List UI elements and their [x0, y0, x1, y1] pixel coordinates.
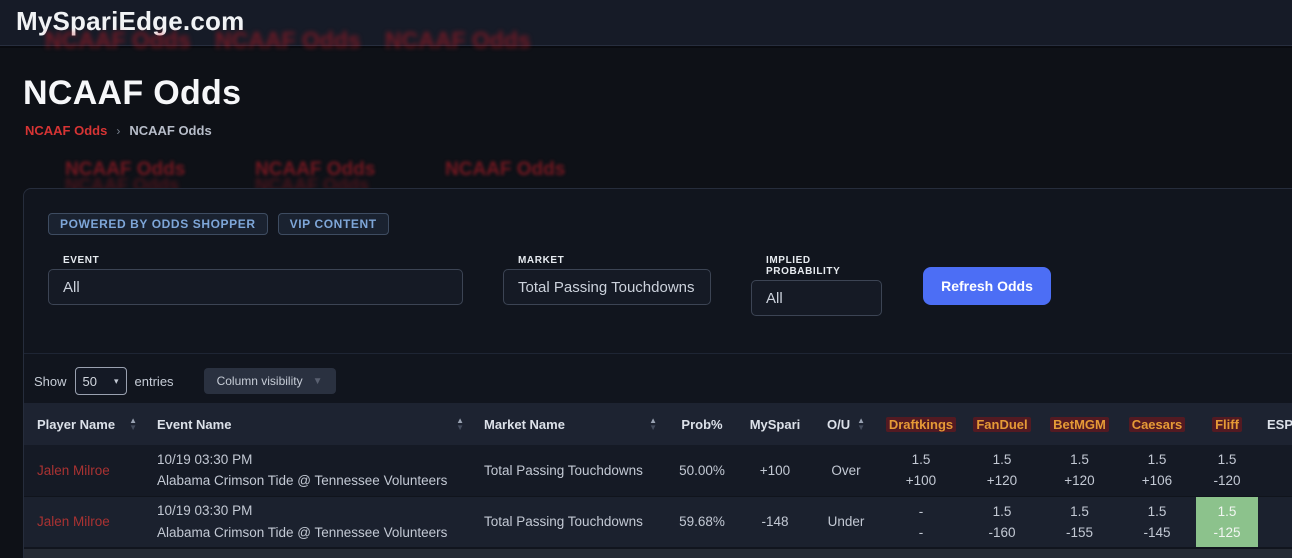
breadcrumb-current: NCAAF Odds: [129, 123, 212, 138]
player-cell: Jalen Milroe: [24, 496, 147, 547]
player-cell: Jalen Milroe: [24, 445, 147, 496]
col-header-myspari[interactable]: MySpari: [737, 403, 813, 445]
over-under-cell: Over: [831, 462, 861, 478]
refresh-odds-button[interactable]: Refresh Odds: [923, 267, 1051, 305]
table-row: Jalen Milroe 10/19 03:30 PM Alabama Crim…: [24, 445, 1292, 496]
odds-table-wrap: Player Name ▲ ▼ Event Name ▲ ▼ Market Name…: [24, 403, 1292, 558]
prob-cell: 59.68%: [679, 514, 725, 530]
espn-odds-cell: [1258, 496, 1292, 547]
event-cell: 10/19 03:30 PM Alabama Crimson Tide @ Te…: [147, 445, 474, 496]
implied-probability-filter-group: IMPLIED PROBABILITY: [751, 255, 882, 316]
myspari-odds-cell: +100: [759, 462, 791, 478]
col-header-fanduel[interactable]: FanDuel: [963, 403, 1041, 445]
chevron-down-icon: ▼: [312, 375, 323, 387]
col-header-draftkings[interactable]: Draftkings: [879, 403, 963, 445]
entries-select[interactable]: 50 ▾: [74, 367, 127, 395]
espn-odds-cell: [1258, 445, 1292, 496]
col-header-betmgm[interactable]: BetMGM: [1041, 403, 1118, 445]
table-controls: Show 50 ▾ entries Column visibility ▼: [34, 366, 336, 396]
event-cell: 10/19 03:30 PM Alabama Crimson Tide @ Te…: [147, 496, 474, 547]
table-row: Jalen Milroe 10/19 03:30 PM Alabama Crim…: [24, 496, 1292, 547]
fanduel-odds-cell[interactable]: 1.5 +120: [963, 445, 1041, 496]
market-cell: Total Passing Touchdowns: [484, 462, 643, 478]
betmgm-odds-cell[interactable]: 1.5 +120: [1041, 445, 1118, 496]
myspari-odds-cell: -148: [761, 514, 789, 530]
caesars-odds-cell[interactable]: 1.5 +106: [1118, 445, 1196, 496]
draftkings-odds-cell[interactable]: --: [879, 496, 963, 547]
event-name: Alabama Crimson Tide @ Tennessee Volunte…: [157, 473, 448, 489]
event-name: Alabama Crimson Tide @ Tennessee Volunte…: [157, 524, 448, 540]
market-filter-group: MARKET: [503, 255, 711, 305]
column-visibility-label: Column visibility: [216, 374, 303, 388]
powered-by-badge: POWERED BY ODDS SHOPPER: [48, 213, 268, 235]
top-nav-bar: MySpariEdge.com: [0, 0, 1292, 45]
col-header-ou[interactable]: O/U ▲ ▼: [813, 403, 879, 445]
render-artifact: NCAAF Odds: [255, 159, 376, 180]
market-cell: Total Passing Touchdowns: [484, 514, 643, 530]
fanduel-odds-cell[interactable]: 1.5 -160: [963, 496, 1041, 547]
player-link[interactable]: Jalen Milroe: [37, 514, 110, 529]
event-time: 10/19 03:30 PM: [157, 503, 253, 519]
badge-row: POWERED BY ODDS SHOPPER VIP CONTENT: [48, 213, 389, 235]
implied-probability-filter-input[interactable]: [751, 280, 882, 316]
event-filter-input[interactable]: [48, 269, 463, 305]
player-link[interactable]: Jalen Milroe: [37, 463, 110, 478]
page-title: NCAAF Odds: [23, 74, 242, 112]
table-footer-strip: [24, 549, 1292, 558]
implied-probability-filter-label: IMPLIED PROBABILITY: [766, 255, 841, 277]
sort-icon[interactable]: ▲ ▼: [456, 417, 464, 432]
col-header-fliff[interactable]: Fliff: [1196, 403, 1258, 445]
breadcrumb: NCAAF Odds › NCAAF Odds: [25, 123, 212, 138]
over-under-cell: Under: [827, 514, 865, 530]
breadcrumb-separator: ›: [116, 123, 121, 138]
event-filter-label: EVENT: [63, 255, 100, 266]
site-logo[interactable]: MySpariEdge.com: [16, 6, 244, 37]
entries-label: entries: [134, 373, 174, 389]
fliff-odds-cell[interactable]: 1.5 -120: [1196, 445, 1258, 496]
col-header-player-name[interactable]: Player Name ▲ ▼: [24, 403, 147, 445]
sort-icon[interactable]: ▲ ▼: [649, 417, 657, 432]
fliff-odds-cell-best-odds[interactable]: 1.5 -125: [1196, 496, 1258, 547]
vip-content-badge: VIP CONTENT: [277, 213, 389, 235]
column-visibility-button[interactable]: Column visibility ▼: [203, 368, 336, 394]
caesars-odds-cell[interactable]: 1.5 -145: [1118, 496, 1196, 547]
section-divider: [24, 353, 1292, 354]
draftkings-odds-cell[interactable]: 1.5 +100: [879, 445, 963, 496]
odds-panel: POWERED BY ODDS SHOPPER VIP CONTENT EVEN…: [23, 188, 1292, 558]
render-artifact: NCAAF Odds: [445, 159, 566, 180]
sort-icon[interactable]: ▲ ▼: [129, 417, 137, 432]
show-label: Show: [34, 373, 67, 389]
render-artifact: NCAAF Odds: [65, 159, 186, 180]
prob-cell: 50.00%: [679, 462, 725, 478]
market-filter-input[interactable]: [503, 269, 711, 305]
table-header-row: Player Name ▲ ▼ Event Name ▲ ▼ Market Name…: [24, 403, 1292, 445]
col-header-prob[interactable]: Prob%: [667, 403, 737, 445]
sort-icon[interactable]: ▲ ▼: [857, 417, 865, 432]
entries-select-value: 50: [82, 373, 97, 389]
betmgm-odds-cell[interactable]: 1.5 -155: [1041, 496, 1118, 547]
col-header-event-name[interactable]: Event Name ▲ ▼: [147, 403, 474, 445]
col-header-market-name[interactable]: Market Name ▲ ▼: [474, 403, 667, 445]
col-header-espn[interactable]: ESPN: [1258, 403, 1292, 445]
breadcrumb-link[interactable]: NCAAF Odds: [25, 123, 107, 138]
col-header-caesars[interactable]: Caesars: [1118, 403, 1196, 445]
chevron-down-icon: ▾: [114, 375, 119, 386]
event-filter-group: EVENT: [48, 255, 463, 305]
odds-table: Player Name ▲ ▼ Event Name ▲ ▼ Market Name…: [24, 403, 1292, 547]
market-filter-label: MARKET: [518, 255, 565, 266]
event-time: 10/19 03:30 PM: [157, 451, 253, 467]
